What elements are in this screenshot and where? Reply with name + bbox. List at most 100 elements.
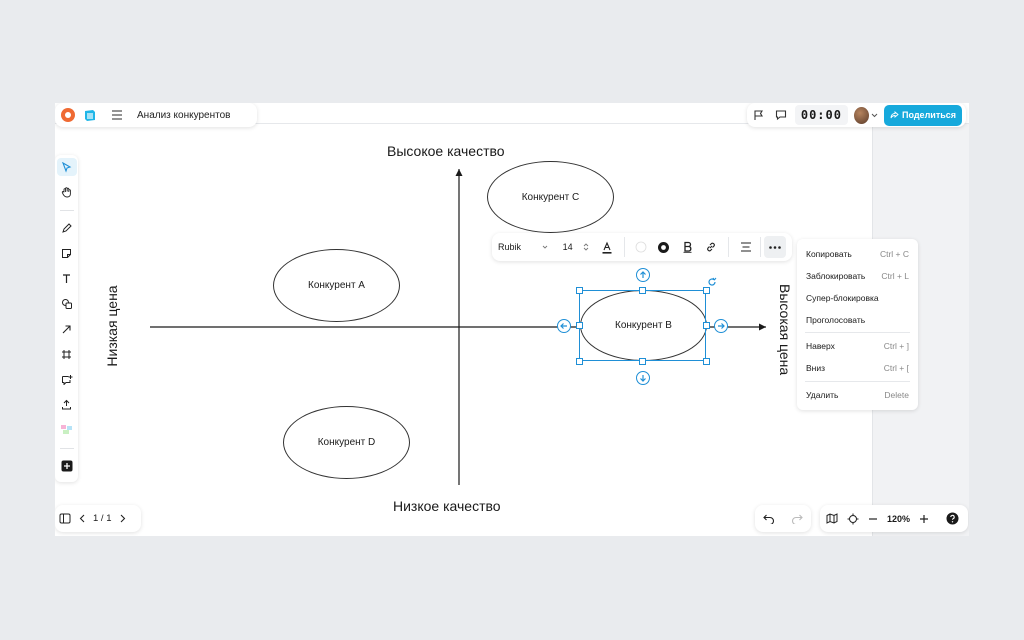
comments-icon[interactable]: [773, 109, 789, 121]
page-navigator: 1 / 1: [55, 505, 141, 532]
zoom-in-icon[interactable]: [919, 514, 929, 524]
help-icon[interactable]: [946, 512, 959, 525]
redo-icon[interactable]: [791, 514, 803, 524]
pen-icon[interactable]: [57, 219, 77, 237]
document-title[interactable]: Анализ конкурентов: [137, 110, 230, 121]
resize-handle-tr[interactable]: [703, 287, 710, 294]
sidebar-toggle-icon[interactable]: [59, 513, 71, 524]
resize-handle-bm[interactable]: [639, 358, 646, 365]
resize-handle-br[interactable]: [703, 358, 710, 365]
axis-label-top[interactable]: Высокое качество: [387, 143, 505, 159]
menu-item-super-lock[interactable]: Супер-блокировка: [797, 287, 918, 309]
map-icon[interactable]: [826, 513, 838, 524]
toolbar-divider-2: [59, 447, 74, 449]
share-label: Поделиться: [902, 110, 957, 120]
top-right-controls: 00:00 Поделиться: [747, 103, 966, 127]
context-menu: Копировать Ctrl + C Заблокировать Ctrl + L…: [797, 239, 918, 410]
select-pointer-icon[interactable]: [56, 158, 77, 177]
competitor-c-ellipse[interactable]: Конкурент C: [487, 161, 614, 233]
sticky-note-icon[interactable]: [57, 244, 77, 262]
menu-item-lock[interactable]: Заблокировать Ctrl + L: [797, 265, 918, 287]
format-divider-2: [728, 237, 730, 257]
menu-item-label: Вниз: [806, 363, 826, 374]
chevron-left-icon[interactable]: [79, 514, 85, 523]
resize-handle-ml[interactable]: [576, 322, 583, 329]
connect-left-icon[interactable]: [557, 319, 571, 333]
selection-box: [579, 290, 706, 361]
arrow-icon[interactable]: [57, 320, 77, 338]
stepper-icon: [583, 243, 588, 251]
timer-display[interactable]: 00:00: [794, 105, 848, 125]
connect-right-icon[interactable]: [714, 319, 728, 333]
app-logo-icon[interactable]: [61, 108, 75, 122]
resize-handle-mr[interactable]: [703, 322, 710, 329]
menu-item-label: Копировать: [806, 248, 852, 259]
board-logo-icon[interactable]: [83, 108, 97, 122]
menu-divider-2: [805, 381, 910, 383]
menu-item-shortcut: Ctrl + C: [879, 248, 909, 259]
chevron-down-icon[interactable]: [871, 113, 878, 118]
stroke-color-icon[interactable]: [651, 233, 675, 261]
share-button[interactable]: Поделиться: [884, 104, 963, 126]
resize-handle-bl[interactable]: [576, 358, 583, 365]
more-options-icon[interactable]: [763, 236, 786, 258]
menu-divider: [805, 332, 910, 334]
connect-up-icon[interactable]: [636, 268, 650, 282]
left-toolbar: [55, 155, 78, 482]
fit-to-screen-icon[interactable]: [847, 513, 859, 525]
align-icon[interactable]: [734, 233, 756, 261]
menu-item-delete[interactable]: Удалить Delete: [797, 384, 918, 406]
resize-handle-tl[interactable]: [576, 287, 583, 294]
zoom-controls: 120%: [820, 505, 968, 532]
page-indicator: 1 / 1: [93, 513, 112, 524]
competitor-a-ellipse[interactable]: Конкурент A: [273, 249, 400, 322]
axis-label-left[interactable]: Низкая цена: [104, 281, 120, 371]
menu-item-copy[interactable]: Копировать Ctrl + C: [797, 243, 918, 265]
menu-item-shortcut: Delete: [884, 390, 909, 401]
connect-down-icon[interactable]: [636, 371, 650, 385]
menu-item-label: Заблокировать: [806, 270, 866, 281]
menu-item-label: Проголосовать: [806, 314, 866, 325]
whiteboard-app: Высокое качество Низкое качество Низкая …: [55, 103, 969, 536]
menu-item-bring-front[interactable]: Наверх Ctrl + ]: [797, 335, 918, 357]
bold-icon[interactable]: [675, 233, 699, 261]
feedback-flag-icon[interactable]: [751, 109, 767, 121]
link-icon[interactable]: [699, 233, 723, 261]
competitor-a-label: Конкурент A: [308, 280, 365, 291]
zoom-out-icon[interactable]: [868, 514, 878, 524]
axis-label-right[interactable]: Высокая цена: [777, 284, 793, 375]
hand-icon[interactable]: [57, 183, 77, 201]
menu-item-shortcut: Ctrl + L: [881, 270, 909, 281]
chevron-down-icon: [542, 245, 548, 249]
font-size-value: 14: [562, 242, 573, 252]
text-color-icon[interactable]: [597, 233, 617, 261]
font-size-stepper[interactable]: 14: [554, 233, 597, 261]
undo-icon[interactable]: [763, 514, 775, 524]
comment-icon[interactable]: [57, 370, 77, 388]
title-bar: Анализ конкурентов: [55, 103, 257, 127]
competitor-d-ellipse[interactable]: Конкурент D: [283, 406, 410, 479]
add-icon[interactable]: [57, 457, 77, 475]
frame-icon[interactable]: [57, 345, 77, 363]
menu-item-vote[interactable]: Проголосовать: [797, 309, 918, 331]
menu-item-shortcut: Ctrl + [: [883, 363, 909, 374]
menu-icon[interactable]: [111, 110, 123, 120]
font-name: Rubik: [498, 242, 522, 252]
zoom-level[interactable]: 120%: [887, 514, 910, 524]
axis-label-bottom[interactable]: Низкое качество: [393, 498, 501, 514]
chevron-right-icon[interactable]: [120, 514, 126, 523]
shapes-icon[interactable]: [57, 295, 77, 313]
text-icon[interactable]: [57, 270, 77, 288]
avatar[interactable]: [853, 106, 869, 124]
upload-icon[interactable]: [57, 396, 77, 414]
menu-item-label: Удалить: [806, 390, 839, 401]
fill-color-icon[interactable]: [630, 233, 650, 261]
competitor-d-label: Конкурент D: [317, 437, 376, 448]
rotate-handle-icon[interactable]: [707, 277, 717, 287]
font-select[interactable]: Rubik: [498, 233, 554, 261]
menu-item-send-back[interactable]: Вниз Ctrl + [: [797, 357, 918, 379]
undo-redo-controls: [755, 505, 811, 532]
resize-handle-tm[interactable]: [639, 287, 646, 294]
stickers-icon[interactable]: [57, 421, 77, 439]
format-divider: [623, 237, 625, 257]
